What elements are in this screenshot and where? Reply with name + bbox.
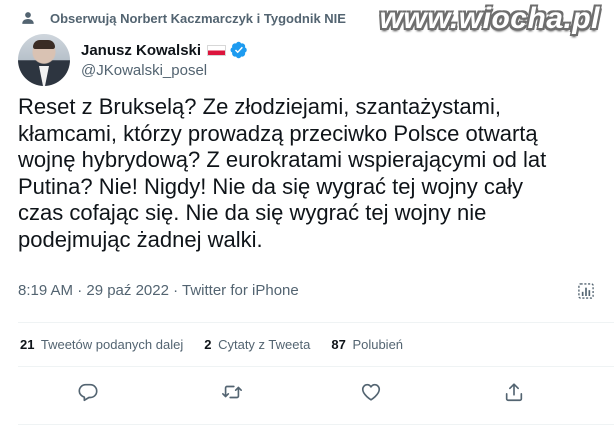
social-context-text: Obserwują Norbert Kaczmarczyk i Tygodnik…	[50, 10, 346, 26]
author-name[interactable]: Janusz Kowalski	[81, 42, 201, 59]
retweets-label: Tweetów podanych dalej	[40, 337, 184, 352]
author-handle[interactable]: @JKowalski_posel	[81, 62, 248, 79]
quotes-stat[interactable]: 2 Cytaty z Tweeta	[204, 337, 310, 352]
tweet-stats: 21 Tweetów podanych dalej 2 Cytaty z Twe…	[20, 337, 424, 352]
divider	[18, 366, 614, 367]
likes-label: Polubień	[352, 337, 404, 352]
tweet-author[interactable]: Janusz Kowalski @JKowalski_posel	[18, 34, 248, 86]
likes-count: 87	[331, 337, 346, 352]
share-icon[interactable]	[503, 381, 525, 403]
quotes-label: Cytaty z Tweeta	[218, 337, 311, 352]
analytics-icon[interactable]	[576, 281, 596, 301]
avatar[interactable]	[18, 34, 70, 86]
verified-badge-icon	[230, 41, 247, 59]
tweet-actions	[0, 379, 614, 407]
likes-stat[interactable]: 87 Polubień	[331, 337, 403, 352]
author-names: Janusz Kowalski @JKowalski_posel	[81, 41, 248, 79]
quotes-count: 2	[204, 337, 212, 352]
like-icon[interactable]	[360, 381, 382, 403]
divider	[18, 424, 614, 425]
social-context[interactable]: Obserwują Norbert Kaczmarczyk i Tygodnik…	[20, 10, 346, 26]
watermark: www.wiocha.pl	[379, 2, 600, 35]
poland-flag-icon	[207, 44, 227, 56]
divider	[18, 322, 614, 323]
retweets-count: 21	[20, 337, 35, 352]
tweet-text: Reset z Brukselą? Ze złodziejami, szanta…	[18, 94, 547, 252]
retweet-icon[interactable]	[221, 381, 243, 403]
person-follow-icon	[22, 12, 34, 24]
tweet-timestamp[interactable]: 8:19 AM · 29 paź 2022 · Twitter for iPho…	[18, 282, 299, 299]
reply-icon[interactable]	[77, 381, 99, 403]
retweets-stat[interactable]: 21 Tweetów podanych dalej	[20, 337, 183, 352]
